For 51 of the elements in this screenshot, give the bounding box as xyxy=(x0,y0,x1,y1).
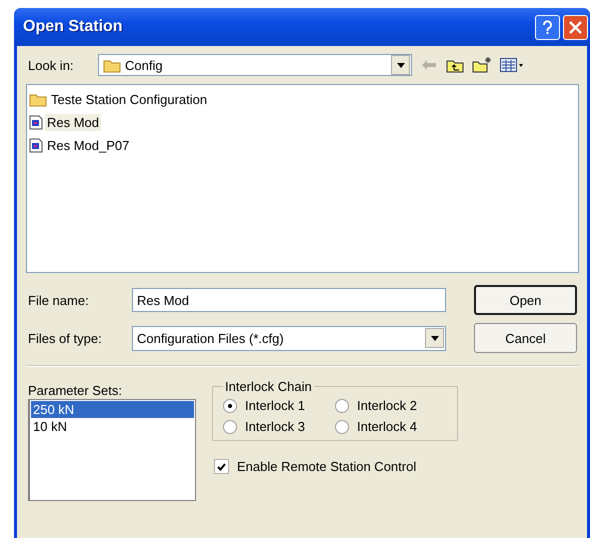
interlock-radio[interactable]: Interlock 1 xyxy=(223,398,335,413)
file-icon xyxy=(29,115,43,130)
parameter-set-item[interactable]: 10 kN xyxy=(31,418,194,435)
up-folder-icon[interactable] xyxy=(446,58,464,72)
file-item-name: Res Mod_P07 xyxy=(46,137,130,154)
interlock-radio[interactable]: Interlock 2 xyxy=(335,398,447,413)
look-in-dropdown[interactable]: Config xyxy=(98,54,412,76)
parameter-sets-label: Parameter Sets: xyxy=(27,383,123,398)
file-type-label: Files of type: xyxy=(27,330,103,346)
look-in-label: Look in: xyxy=(27,58,75,72)
file-name-value: Res Mod xyxy=(137,292,190,308)
interlock-radio[interactable]: Interlock 4 xyxy=(335,419,447,434)
radio-button[interactable] xyxy=(223,398,237,412)
close-button[interactable] xyxy=(563,14,588,40)
radio-label: Interlock 1 xyxy=(245,398,305,413)
open-button[interactable]: Open xyxy=(474,285,577,315)
dropdown-arrow-icon xyxy=(430,336,438,340)
radio-label: Interlock 2 xyxy=(357,398,417,413)
file-type-dropdown[interactable]: Configuration Files (*.cfg) xyxy=(132,326,446,350)
cancel-button[interactable]: Cancel xyxy=(474,323,577,353)
interlock-chain-title: Interlock Chain xyxy=(224,379,313,394)
file-type-value: Configuration Files (*.cfg) xyxy=(137,330,284,346)
new-folder-icon[interactable] xyxy=(472,57,492,73)
file-list-item[interactable]: Res Mod xyxy=(29,111,576,134)
file-name-label: File name: xyxy=(27,292,90,308)
look-in-value: Config xyxy=(125,58,163,72)
checkbox-label: Enable Remote Station Control xyxy=(237,459,416,474)
help-button[interactable] xyxy=(535,14,560,40)
checkmark-icon xyxy=(217,462,226,470)
interlock-radio[interactable]: Interlock 3 xyxy=(223,419,335,434)
remote-control-checkbox-row[interactable]: Enable Remote Station Control xyxy=(214,459,458,474)
folder-icon xyxy=(103,58,121,72)
checkbox[interactable] xyxy=(214,459,229,474)
radio-button[interactable] xyxy=(335,420,349,434)
file-list-item[interactable]: Teste Station Configuration xyxy=(29,88,576,111)
radio-label: Interlock 3 xyxy=(245,419,305,434)
folder-icon xyxy=(29,92,47,107)
file-list-item[interactable]: Res Mod_P07 xyxy=(29,134,576,157)
file-item-name: Res Mod xyxy=(45,114,102,131)
file-item-name: Teste Station Configuration xyxy=(50,91,208,108)
close-icon xyxy=(569,20,582,34)
help-icon xyxy=(542,20,553,34)
view-menu-icon[interactable] xyxy=(500,58,524,72)
radio-button[interactable] xyxy=(223,420,237,434)
file-icon xyxy=(29,138,43,153)
file-name-field[interactable]: Res Mod xyxy=(132,288,446,312)
window-title: Open Station xyxy=(22,18,124,36)
dropdown-arrow-icon xyxy=(396,62,404,68)
radio-button[interactable] xyxy=(335,398,349,412)
parameter-set-item[interactable]: 250 kN xyxy=(31,401,194,418)
radio-label: Interlock 4 xyxy=(357,419,417,434)
